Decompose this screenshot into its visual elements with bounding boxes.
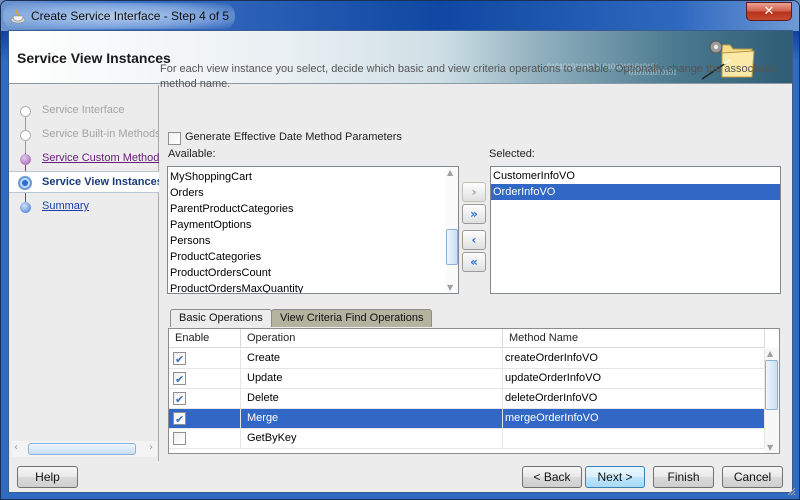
remove-button[interactable]: ‹ xyxy=(462,230,486,250)
scroll-up-icon[interactable]: ▲ xyxy=(447,168,453,177)
table-row[interactable] xyxy=(169,449,765,453)
scroll-left-icon[interactable]: ‹ xyxy=(14,442,18,453)
enable-checkbox[interactable] xyxy=(173,411,186,430)
move-button[interactable]: › xyxy=(462,182,486,202)
available-list-item[interactable]: ProductCategories xyxy=(168,249,458,265)
operation-cell: Update xyxy=(241,369,503,388)
available-list-item[interactable]: ProductOrdersMaxQuantity xyxy=(168,281,458,293)
cancel-button[interactable]: Cancel xyxy=(722,466,783,488)
operation-cell: Delete xyxy=(241,389,503,408)
scroll-down-icon[interactable]: ▼ xyxy=(447,283,453,292)
scrollbar-thumb[interactable] xyxy=(28,443,136,455)
page-title: Service View Instances xyxy=(17,50,171,66)
enable-checkbox[interactable] xyxy=(173,391,186,410)
table-row[interactable]: GetByKey xyxy=(169,429,765,449)
effective-date-checkbox[interactable] xyxy=(168,132,181,145)
scroll-up-icon[interactable]: ▲ xyxy=(767,349,773,358)
nav-step-service-interface: Service Interface xyxy=(9,100,159,122)
operation-cell: Create xyxy=(241,349,503,368)
enable-checkbox[interactable] xyxy=(173,351,186,370)
selected-label: Selected: xyxy=(489,148,535,160)
method-name-cell[interactable]: mergeOrderInfoVO xyxy=(503,409,765,428)
nav-step-view-instances: Service View Instances xyxy=(9,171,159,193)
nav-step-built-in-methods: Service Built-in Methods xyxy=(9,124,159,146)
operation-cell: GetByKey xyxy=(241,429,503,448)
step-disabled-icon xyxy=(20,130,31,141)
table-row[interactable]: MergemergeOrderInfoVO xyxy=(169,409,765,430)
title-bar[interactable]: Create Service Interface - Step 4 of 5 ✕ xyxy=(1,1,799,31)
enable-checkbox[interactable] xyxy=(173,432,186,445)
scrollbar-thumb[interactable] xyxy=(446,229,458,265)
help-button[interactable]: Help xyxy=(17,466,78,488)
table-row[interactable]: CreatecreateOrderInfoVO xyxy=(169,349,765,370)
table-row[interactable]: DeletedeleteOrderInfoVO xyxy=(169,389,765,410)
nav-step-custom-methods[interactable]: Service Custom Methods xyxy=(9,148,159,170)
scroll-down-icon[interactable]: ▼ xyxy=(767,443,773,452)
nav-step-summary[interactable]: Summary xyxy=(9,196,159,218)
finish-button[interactable]: Finish xyxy=(653,466,714,488)
table-row[interactable]: UpdateupdateOrderInfoVO xyxy=(169,369,765,390)
enable-checkbox[interactable] xyxy=(173,371,186,390)
operation-cell: Merge xyxy=(241,409,503,428)
window-title: Create Service Interface - Step 4 of 5 xyxy=(31,9,230,23)
jdeveloper-cup-icon xyxy=(10,9,26,24)
scrollbar-thumb[interactable] xyxy=(765,360,778,410)
nav-horizontal-scrollbar[interactable]: ‹ › xyxy=(11,441,157,457)
tab-view-criteria-find-operations[interactable]: View Criteria Find Operations xyxy=(271,309,433,327)
next-button[interactable]: Next > xyxy=(585,466,645,488)
wizard-steps-nav: Service Interface Service Built-in Metho… xyxy=(9,85,159,461)
available-list-item[interactable]: ProductOrdersCount xyxy=(168,265,458,281)
effective-date-label: Generate Effective Date Method Parameter… xyxy=(185,131,402,143)
method-name-cell[interactable] xyxy=(503,429,765,448)
available-list-item[interactable]: Persons xyxy=(168,233,458,249)
available-label: Available: xyxy=(168,148,216,160)
available-list-item[interactable]: MyShoppingCart xyxy=(168,169,458,185)
selected-list[interactable]: CustomerInfoVO OrderInfoVO xyxy=(490,166,781,294)
method-name-cell[interactable]: deleteOrderInfoVO xyxy=(503,389,765,408)
available-list-item[interactable]: PaymentOptions xyxy=(168,217,458,233)
resize-grip-icon[interactable] xyxy=(786,486,796,496)
available-list-item[interactable]: Orders xyxy=(168,185,458,201)
move-all-button[interactable]: » xyxy=(462,204,486,224)
operations-table: Enable Operation Method Name Createcreat… xyxy=(168,328,780,454)
remove-all-button[interactable]: « xyxy=(462,252,486,272)
tab-basic-operations[interactable]: Basic Operations xyxy=(170,309,272,327)
available-list[interactable]: MyShoppingCart Orders ParentProductCategor… xyxy=(167,166,459,294)
selected-list-item[interactable]: OrderInfoVO xyxy=(491,184,780,200)
scroll-right-icon[interactable]: › xyxy=(149,442,153,453)
step-visited-icon xyxy=(20,154,31,165)
step-link-icon xyxy=(20,202,31,213)
step-current-icon xyxy=(18,176,32,190)
table-scrollbar[interactable]: ▲ ▼ xyxy=(765,348,779,453)
method-name-cell[interactable]: createOrderInfoVO xyxy=(503,349,765,368)
close-button[interactable]: ✕ xyxy=(746,2,792,21)
column-header-method-name[interactable]: Method Name xyxy=(503,329,765,348)
instructions-text: For each view instance you select, decid… xyxy=(160,63,777,90)
selected-list-item[interactable]: CustomerInfoVO xyxy=(491,168,780,184)
back-button[interactable]: < Back xyxy=(522,466,582,488)
column-header-enable[interactable]: Enable xyxy=(169,329,241,348)
available-list-scrollbar[interactable]: ▲ ▼ xyxy=(446,167,458,293)
method-name-cell[interactable]: updateOrderInfoVO xyxy=(503,369,765,388)
column-header-operation[interactable]: Operation xyxy=(241,329,503,348)
available-list-item[interactable]: ParentProductCategories xyxy=(168,201,458,217)
step-disabled-icon xyxy=(20,106,31,117)
